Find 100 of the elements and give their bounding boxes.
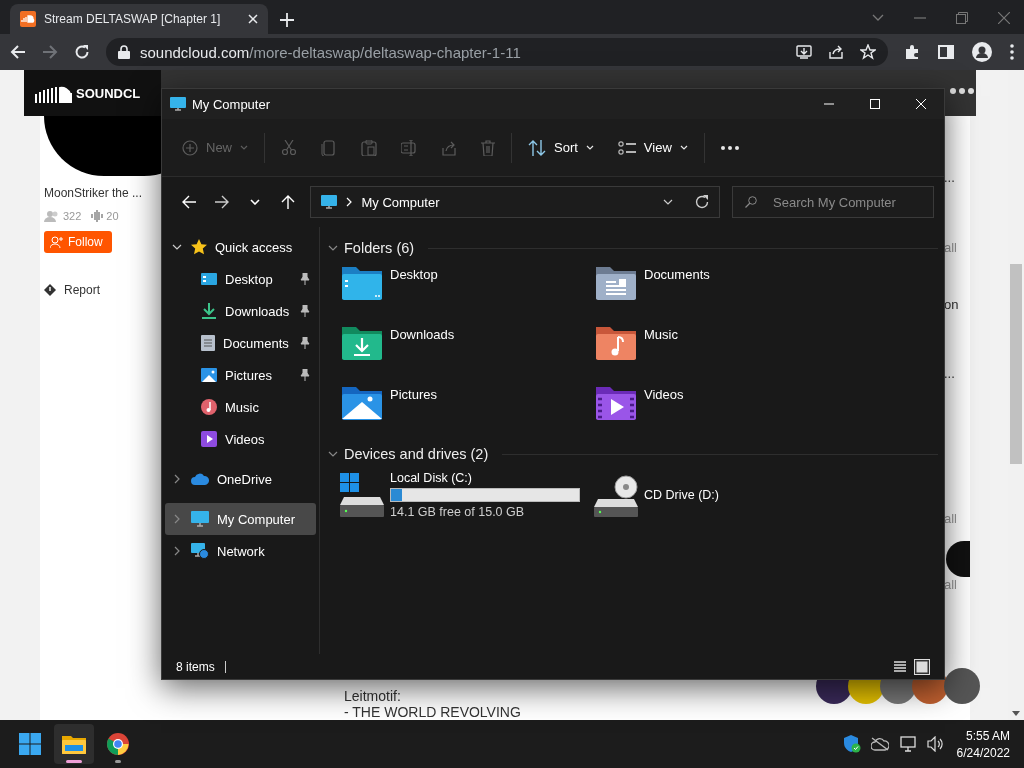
flag-diamond-icon	[44, 284, 56, 296]
windows-logo-icon	[19, 733, 41, 755]
report-link[interactable]: Report	[64, 283, 101, 297]
section-header[interactable]: Devices and drives (2)	[344, 446, 489, 462]
star-icon	[191, 239, 207, 255]
more-dots-icon	[720, 145, 739, 150]
picture-icon	[201, 367, 217, 383]
restore-icon[interactable]	[956, 12, 968, 24]
documents-folder-icon	[594, 265, 638, 301]
address-field[interactable]: My Computer	[310, 186, 720, 218]
nav-item[interactable]: My Computer	[165, 503, 316, 535]
shield-icon[interactable]	[842, 735, 861, 753]
folder-item[interactable]: Desktop	[340, 261, 594, 321]
url-text: soundcloud.com/more-deltaswap/deltaswap-chapter-1-11	[140, 43, 521, 61]
copy-icon	[321, 139, 337, 156]
track-count: 20	[106, 210, 119, 222]
monitor-icon	[170, 97, 186, 111]
address-bar[interactable]: soundcloud.com/more-deltaswap/deltaswap-chapter-1-11	[106, 38, 888, 66]
details-view-button[interactable]	[892, 658, 908, 675]
nav-item[interactable]: Downloads	[165, 295, 316, 327]
reload-icon[interactable]	[74, 44, 90, 60]
profile-icon[interactable]	[972, 42, 992, 62]
folder-item[interactable]: Downloads	[340, 321, 594, 381]
description-line: Leitmotif:	[344, 688, 402, 704]
folder-item[interactable]: Documents	[594, 261, 848, 321]
followers-icon	[44, 210, 60, 222]
chevron-right-icon	[345, 197, 354, 207]
rename-icon	[401, 139, 417, 156]
folder-item[interactable]: Pictures	[340, 381, 594, 441]
caret-down-icon	[240, 144, 248, 151]
volume-icon[interactable]	[926, 736, 945, 752]
view-button[interactable]: View	[605, 129, 700, 166]
document-icon	[201, 335, 215, 351]
artist-name[interactable]: MoonStriker the ...	[44, 186, 143, 200]
nav-item[interactable]: Videos	[165, 423, 316, 455]
hard-drive-icon	[340, 473, 384, 517]
folder-item[interactable]: Music	[594, 321, 848, 381]
nav-item[interactable]: Network	[165, 535, 316, 567]
search-icon	[745, 196, 757, 208]
listener-photo-placeholder	[944, 668, 980, 704]
file-explorer-taskbar-button[interactable]	[54, 724, 94, 764]
truncated-text: all	[944, 577, 958, 593]
tiles-view-button[interactable]	[914, 658, 930, 675]
plus-circle-icon	[182, 139, 198, 156]
videos-folder-icon	[594, 385, 638, 421]
desktop-icon	[201, 271, 217, 287]
monitor-icon	[321, 195, 338, 209]
scroll-down-icon[interactable]	[1012, 711, 1020, 716]
nav-item[interactable]: Pictures	[165, 359, 316, 391]
add-user-icon	[50, 236, 64, 248]
monitor-icon	[191, 511, 209, 527]
pictures-folder-icon	[340, 385, 384, 421]
refresh-icon[interactable]	[695, 195, 709, 209]
new-tab-icon[interactable]	[280, 13, 294, 27]
back-icon[interactable]	[10, 44, 26, 60]
caret-down-icon	[663, 198, 675, 206]
nav-item[interactable]: Documents	[165, 327, 316, 359]
caret-down-icon	[585, 144, 594, 151]
scissors-icon	[281, 139, 297, 156]
caret-down-icon	[679, 144, 688, 151]
clipboard-icon	[361, 139, 377, 156]
menu-icon[interactable]	[1010, 44, 1014, 60]
cloud-off-icon[interactable]	[870, 737, 889, 751]
description-line: - THE WORLD REVOLVING	[344, 704, 521, 720]
site-logo[interactable]: SOUNDCL	[24, 70, 161, 116]
favicon-icon	[20, 11, 36, 27]
side-panel-icon[interactable]	[938, 44, 954, 60]
scrollbar-thumb[interactable]	[1010, 264, 1022, 464]
window-title: My Computer	[192, 96, 271, 112]
install-icon[interactable]	[796, 44, 812, 60]
truncated-text: ...	[944, 366, 956, 382]
follower-count: 322	[63, 210, 82, 222]
section-header[interactable]: Folders (6)	[344, 240, 415, 256]
drive-item[interactable]: CD Drive (D:)	[594, 467, 848, 523]
puzzle-icon[interactable]	[904, 44, 920, 60]
share-icon[interactable]	[828, 44, 844, 60]
downloads-folder-icon	[340, 325, 384, 361]
nav-item[interactable]: OneDrive	[165, 463, 316, 495]
folder-icon	[62, 734, 86, 754]
folder-item[interactable]: Videos	[594, 381, 848, 441]
nav-item[interactable]: Desktop	[165, 263, 316, 295]
star-icon[interactable]	[860, 44, 876, 60]
tab-title: Stream DELTASWAP [Chapter 1]	[44, 12, 222, 26]
truncated-text: on	[944, 297, 960, 313]
truncated-text: all	[944, 511, 958, 527]
nav-item[interactable]: Quick access	[165, 231, 316, 263]
up-arrow-icon[interactable]	[280, 195, 295, 209]
share-icon	[441, 139, 457, 156]
nav-item[interactable]: Music	[165, 391, 316, 423]
clock[interactable]: 5:55 AM 6/24/2022	[956, 728, 1010, 760]
search-field[interactable]: Search My Computer	[732, 186, 934, 218]
music-folder-icon	[594, 325, 638, 361]
browser-tab[interactable]: Stream DELTASWAP [Chapter 1]	[10, 4, 268, 34]
lock-icon	[118, 45, 130, 59]
sort-button[interactable]: Sort	[516, 129, 606, 166]
more-dots-icon[interactable]	[950, 88, 974, 94]
drive-item[interactable]: Local Disk (C:) 14.1 GB free of 15.0 GB	[340, 467, 594, 523]
truncated-text: all	[944, 240, 958, 256]
network-monitor-icon[interactable]	[898, 736, 917, 752]
item-count: 8 items	[176, 659, 215, 674]
